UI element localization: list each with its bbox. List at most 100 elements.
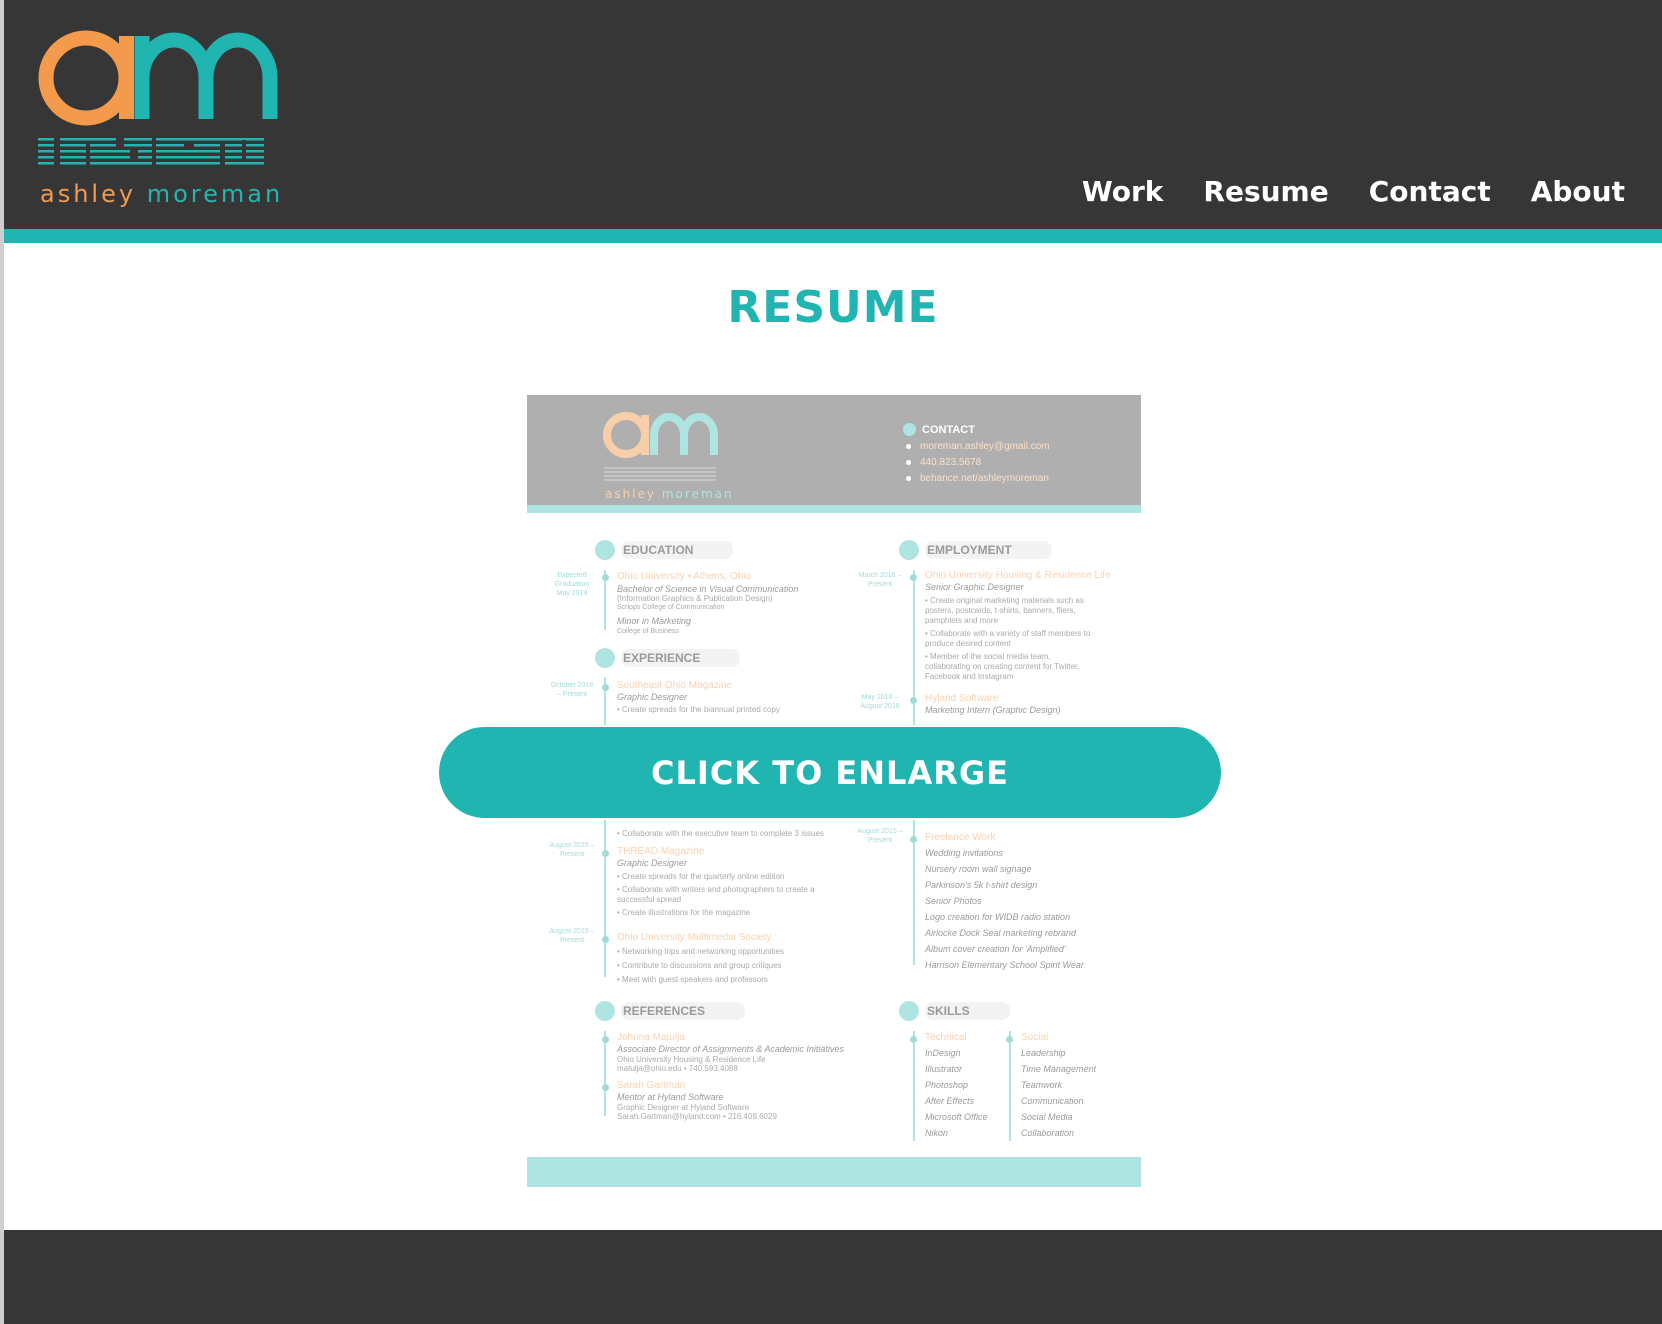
resume-exp-date: August 2015 – Present — [549, 928, 595, 944]
resume-exp-bullet: • Networking trips and networking opport… — [617, 947, 784, 956]
resume-emp-date: August 2015 – Present — [857, 828, 903, 844]
resume-header-stripe — [527, 505, 1141, 513]
timeline-line — [913, 1031, 915, 1141]
resume-exp-role: Graphic Designer — [617, 692, 688, 702]
resume-exp-bullet: • Create spreads for the biannual printe… — [617, 705, 780, 714]
logo-mark-icon — [38, 30, 278, 165]
resume-exp-role: Graphic Designer — [617, 858, 688, 868]
timeline-node — [910, 836, 917, 843]
page: ashley moreman Work Resume Contact About… — [4, 0, 1662, 1324]
timeline-node — [602, 1036, 609, 1043]
resume-emp-role: Senior Graphic Designer — [925, 582, 1024, 592]
resume-education-school: Ohio University • Athens, Ohio — [617, 571, 752, 582]
timeline-node — [1006, 1036, 1013, 1043]
timeline-node — [602, 1084, 609, 1091]
resume-emp-org: Ohio University Housing & Residence Life — [925, 570, 1111, 581]
resume-education-title: EDUCATION — [621, 541, 734, 559]
am-design-logo[interactable]: ashley moreman — [34, 26, 284, 211]
header-accent-stripe — [4, 229, 1662, 243]
resume-skill: After Effects — [925, 1096, 975, 1106]
resume-experience-head: EXPERIENCE — [595, 648, 741, 668]
person-icon — [903, 423, 916, 436]
tools-icon — [899, 1001, 919, 1021]
resume-education-degree: Bachelor of Science in Visual Communicat… — [617, 584, 799, 594]
site-header: ashley moreman Work Resume Contact About — [4, 0, 1662, 229]
resume-logo-name: ashley moreman — [605, 487, 734, 501]
resume-skill: Communication — [1021, 1096, 1084, 1106]
logo-last-name: moreman — [146, 180, 284, 208]
resume-exp-bullet: • Collaborate with the executive team to… — [617, 829, 824, 838]
resume-exp-bullet: • Contribute to discussions and group cr… — [617, 961, 782, 970]
resume-last-name: moreman — [661, 487, 734, 501]
nav-link-resume[interactable]: Resume — [1203, 175, 1328, 208]
briefcase-icon — [899, 540, 919, 560]
resume-footer-stripe — [527, 1157, 1141, 1187]
logo-name: ashley moreman — [40, 180, 283, 208]
resume-skill: Microsoft Office — [925, 1112, 988, 1122]
resume-skill: Nikon — [925, 1128, 949, 1138]
resume-skills-title: SKILLS — [925, 1002, 1010, 1020]
resume-emp-bullet: • Collaborate with a variety of staff me… — [925, 629, 1091, 638]
resume-emp-org: Hyland Software — [925, 693, 999, 704]
resume-exp-bullet: • Meet with guest speakers and professor… — [617, 975, 768, 984]
resume-exp-bullet: • Create spreads for the quarterly onlin… — [617, 872, 785, 881]
resume-emp-item: Logo creation for WIDB radio station — [925, 912, 1071, 922]
resume-contact-item: moreman.ashley@gmail.com — [906, 441, 1050, 452]
timeline-node — [602, 850, 609, 857]
resume-first-name: ashley — [605, 487, 657, 501]
graduation-cap-icon — [595, 540, 615, 560]
timeline-node — [602, 936, 609, 943]
resume-header: ashley moreman CONTACT moreman.ashley@gm… — [527, 395, 1141, 505]
resume-emp-bullet: posters, postcards, t-shirts, banners, f… — [925, 606, 1076, 615]
resume-emp-item: Senior Photos — [925, 896, 982, 906]
resume-exp-org: Ohio University Multimedia Society — [617, 932, 772, 943]
resume-contact-item: behance.net/ashleymoreman — [906, 473, 1050, 484]
nav-link-work[interactable]: Work — [1082, 175, 1164, 208]
resume-emp-date: March 2016 – Present — [858, 572, 902, 588]
resume-education-head: EDUCATION — [595, 540, 734, 560]
resume-exp-bullet: • Create illustrations for the magazine — [617, 908, 751, 917]
timeline-node — [910, 574, 917, 581]
site-footer — [4, 1230, 1662, 1324]
timeline-node — [910, 1036, 917, 1043]
resume-skills-technical-title: Technical — [925, 1032, 967, 1043]
resume-education-college: Scripps College of Communication — [617, 604, 725, 611]
bullet-icon — [906, 444, 911, 449]
timeline-node — [602, 574, 609, 581]
resume-ref-name: Johnna Matulja — [617, 1032, 685, 1043]
resume-emp-item: Parkinson's 5k t-shirt design — [925, 880, 1038, 890]
timeline-node — [910, 697, 917, 704]
resume-education-minor-college: College of Business — [617, 628, 679, 635]
resume-skill: Illustrator — [925, 1064, 963, 1074]
resume-exp-org: Southeast Ohio Magazine — [617, 680, 733, 691]
resume-contact: CONTACT moreman.ashley@gmail.com 440.823… — [903, 423, 1050, 484]
resume-emp-item: Album cover creation for 'Amplified' — [925, 944, 1066, 954]
bullet-icon — [906, 460, 911, 465]
bullet-icon — [906, 476, 911, 481]
resume-ref-contact: Sarah.Gartman@hyland.com • 216.409.6029 — [617, 1112, 777, 1121]
resume-behance: behance.net/ashleymoreman — [920, 473, 1049, 484]
resume-contact-item: 440.823.5678 — [906, 457, 1050, 468]
resume-education-date: Expected Graduation May 2019 — [554, 572, 590, 597]
nav-link-about[interactable]: About — [1531, 175, 1625, 208]
resume-emp-bullet: collaborating on creating content for Tw… — [925, 662, 1080, 671]
resume-education-minor: Minor in Marketing — [617, 616, 692, 626]
resume-skill: InDesign — [925, 1048, 961, 1058]
timeline-line — [604, 677, 606, 977]
resume-skill: Photoshop — [925, 1080, 969, 1090]
resume-emp-item: Harrison Elementary School Spirit Wear — [925, 960, 1084, 970]
resume-skill: Social Media — [1021, 1112, 1073, 1122]
resume-employment-head: EMPLOYMENT — [899, 540, 1052, 560]
click-to-enlarge-button[interactable]: CLICK TO ENLARGE — [437, 725, 1223, 820]
resume-emp-bullet: Facebook and Instagram — [925, 672, 1014, 681]
resume-skills-social-title: Social — [1021, 1032, 1049, 1043]
resume-references-title: REFERENCES — [621, 1002, 746, 1020]
resume-emp-bullet: • Create original marketing materials su… — [925, 596, 1084, 605]
main-nav: Work Resume Contact About — [1082, 175, 1625, 208]
resume-exp-date: August 2015 – Present — [549, 842, 595, 858]
resume-ref-role: Associate Director of Assignments & Acad… — [617, 1044, 844, 1054]
resume-email: moreman.ashley@gmail.com — [920, 441, 1050, 452]
nav-link-contact[interactable]: Contact — [1369, 175, 1491, 208]
resume-emp-org: Freelance Work — [925, 832, 996, 843]
resume-exp-date: October 2018 – Present — [550, 682, 594, 698]
